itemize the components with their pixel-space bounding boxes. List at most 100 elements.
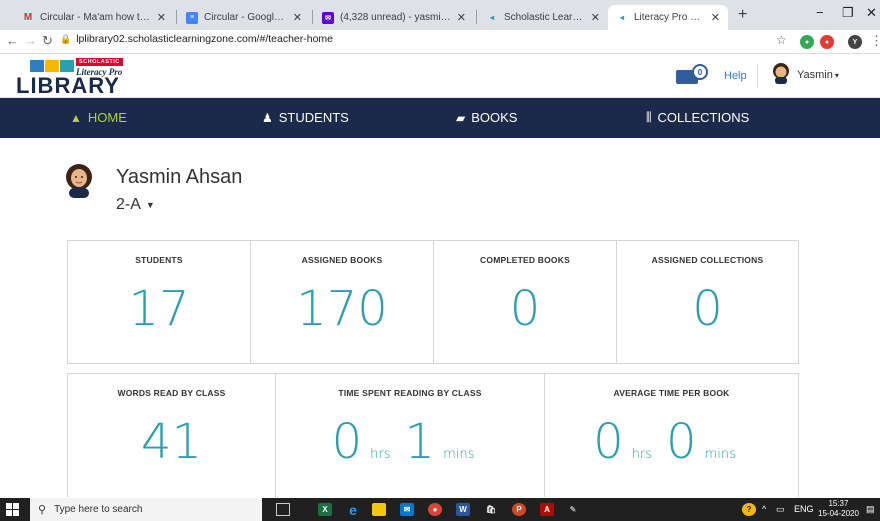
user-menu[interactable]: Yasmin ▾ (797, 69, 839, 81)
windows-taskbar: ⚲ Type here to search X e ✉ ● W 🛍 P A ✎ … (0, 498, 880, 521)
stat-value: 17 (128, 281, 190, 337)
books-icon: ▰ (456, 110, 466, 125)
nav-students-label: STUDENTS (278, 110, 349, 125)
stat-value: 41 (140, 414, 203, 470)
task-view-icon[interactable] (276, 503, 290, 516)
menu-dots-icon[interactable]: ⋮ (870, 33, 880, 49)
browser-tab-gmail[interactable]: M Circular - Ma'am how to attach ✕ (14, 5, 174, 30)
literacy-pro-logo[interactable]: SCHOLASTIC Literacy Pro LIBRARY (14, 58, 144, 98)
stat-label: TIME SPENT READING BY CLASS (338, 388, 482, 398)
chrome-icon[interactable]: ● (428, 503, 442, 516)
nav-collections-label: COLLECTIONS (657, 110, 750, 125)
messages-button[interactable]: 0 (676, 64, 712, 88)
user-avatar[interactable] (770, 62, 792, 84)
class-name: 2-A (116, 196, 141, 213)
edge-icon[interactable]: e (346, 502, 360, 518)
url-field[interactable]: 🔒 lplibrary02.scholasticlearningzone.com… (60, 33, 333, 45)
nav-collections[interactable]: ⫼ COLLECTIONS (646, 110, 749, 125)
main-nav: ▲ HOME ♟ STUDENTS ▰ BOOKS ⫼ COLLECTIONS (0, 98, 880, 138)
clock-time: 15:37 (828, 499, 849, 508)
nav-books-label: BOOKS (471, 110, 518, 125)
store-icon[interactable]: 🛍 (484, 503, 498, 516)
brand-strip: SCHOLASTIC (76, 58, 123, 66)
tab-title: Literacy Pro Library (634, 12, 705, 23)
bookmark-star-icon[interactable]: ☆ (776, 33, 787, 47)
windows-start-icon[interactable] (6, 503, 19, 516)
close-icon[interactable]: ✕ (591, 11, 600, 24)
stat-label: STUDENTS (135, 255, 183, 265)
scholastic-icon: ◂ (619, 13, 624, 22)
class-selector[interactable]: 2-A ▼ (116, 196, 155, 214)
minutes-value: 0 (666, 414, 697, 470)
language-indicator[interactable]: ENG (794, 504, 814, 514)
hours-unit: hrs (631, 447, 653, 462)
people-icon[interactable]: ? (742, 503, 756, 516)
excel-icon[interactable]: X (318, 503, 332, 516)
nav-books[interactable]: ▰ BOOKS (456, 110, 517, 125)
hours-value: 0 (331, 414, 363, 470)
user-name: Yasmin (797, 69, 833, 81)
stat-label: ASSIGNED COLLECTIONS (651, 255, 764, 265)
acrobat-icon[interactable]: A (540, 503, 554, 516)
stat-average-time: AVERAGE TIME PER BOOK 0 hrs 0 mins (545, 374, 798, 497)
network-icon[interactable]: ▭ (776, 504, 785, 515)
nav-home[interactable]: ▲ HOME (70, 110, 127, 125)
url-text: lplibrary02.scholasticlearningzone.com/#… (76, 33, 334, 45)
browser-tab-literacy-pro[interactable]: ◂ Literacy Pro Library ✕ (608, 5, 728, 30)
browser-tab-docs[interactable]: ≡ Circular - Google Docs ✕ (178, 5, 310, 30)
help-link[interactable]: Help (724, 70, 747, 82)
new-tab-button[interactable]: + (738, 6, 747, 24)
stat-value: 0 hrs 0 mins (545, 414, 798, 470)
stat-assigned-collections: ASSIGNED COLLECTIONS 0 (617, 241, 798, 363)
profile-icon[interactable]: Y (848, 35, 862, 49)
tab-title: Circular - Ma'am how to attach (40, 12, 151, 23)
minimize-icon[interactable]: − (816, 5, 824, 20)
notifications-icon[interactable]: ▤ (866, 504, 875, 515)
forward-arrow-icon[interactable]: → (24, 33, 37, 48)
close-icon[interactable]: ✕ (293, 11, 302, 24)
yahoo-mail-icon: ✉ (322, 11, 334, 24)
word-icon[interactable]: W (456, 503, 470, 516)
browser-tab-yahoo[interactable]: ✉ (4,328 unread) - yasminahasan ✕ (314, 5, 474, 30)
site-header: SCHOLASTIC Literacy Pro LIBRARY 0 Help Y… (0, 54, 880, 98)
back-arrow-icon[interactable]: ← (6, 33, 19, 48)
tab-title: Scholastic Learning Zone (504, 12, 585, 23)
tool-icon[interactable]: ✎ (566, 503, 580, 516)
adblock-icon[interactable]: ● (820, 35, 834, 49)
minutes-unit: mins (443, 447, 475, 462)
browser-tab-learning-zone[interactable]: ◂ Scholastic Learning Zone ✕ (478, 5, 608, 30)
mail-app-icon[interactable]: ✉ (400, 503, 414, 516)
tray-chevron-icon[interactable]: ^ (762, 504, 766, 514)
google-docs-icon: ≡ (186, 11, 198, 24)
close-icon[interactable]: ✕ (711, 11, 720, 24)
close-icon[interactable]: ✕ (457, 11, 466, 24)
stat-value: 0 (692, 281, 723, 337)
extension-icon[interactable]: ● (800, 35, 814, 49)
stat-value: 0 (509, 281, 541, 337)
students-icon: ♟ (262, 110, 273, 125)
scholastic-icon: ◂ (489, 13, 494, 22)
tab-divider (476, 10, 477, 24)
nav-students[interactable]: ♟ STUDENTS (262, 110, 349, 125)
maximize-icon[interactable]: ❐ (842, 5, 854, 21)
stats-row-1: STUDENTS 17 ASSIGNED BOOKS 170 COMPLETED… (67, 240, 799, 364)
home-icon: ▲ (70, 110, 82, 125)
close-icon[interactable]: ✕ (157, 11, 166, 24)
stat-value: 0 hrs 1 mins (276, 414, 544, 470)
chevron-down-icon: ▼ (145, 200, 155, 210)
clock-date: 15-04-2020 (818, 509, 859, 518)
taskbar-search-input[interactable]: ⚲ Type here to search (30, 498, 262, 521)
hours-unit: hrs (370, 447, 391, 462)
header-divider (757, 64, 758, 88)
taskbar-clock[interactable]: 15:37 15-04-2020 (818, 499, 859, 519)
tab-divider (176, 10, 177, 24)
window-close-icon[interactable]: ✕ (866, 5, 877, 21)
powerpoint-icon[interactable]: P (512, 503, 526, 516)
collections-icon: ⫼ (646, 110, 652, 124)
file-explorer-icon[interactable] (372, 503, 386, 516)
reload-icon[interactable]: ↻ (42, 33, 53, 49)
stat-label: WORDS READ BY CLASS (117, 388, 226, 398)
stat-label: AVERAGE TIME PER BOOK (613, 388, 730, 398)
tab-title: Circular - Google Docs (204, 12, 287, 23)
brand-title: LIBRARY (16, 73, 120, 98)
